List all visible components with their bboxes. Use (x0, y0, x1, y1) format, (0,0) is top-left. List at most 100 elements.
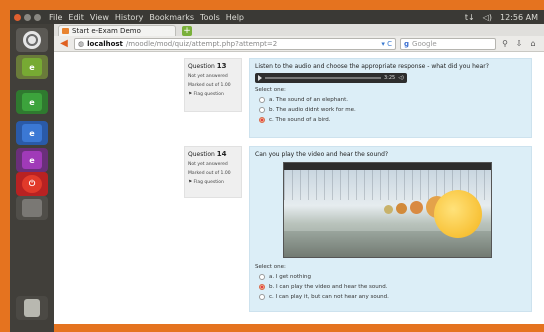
clock[interactable]: 12:56 AM (500, 13, 538, 22)
launcher-app-4[interactable]: e (16, 148, 48, 172)
window-controls (14, 13, 41, 21)
flag-question-link[interactable]: ⚑ Flag question (188, 92, 238, 97)
exam-app-icon: e (22, 93, 42, 111)
google-icon: g (404, 39, 410, 48)
volume-icon[interactable]: ◁) (483, 13, 492, 22)
radio-button[interactable] (259, 107, 265, 113)
flag-label: Flag question (193, 180, 224, 185)
answer-option[interactable]: c. The sound of a bird. (259, 117, 526, 123)
menu-bookmarks[interactable]: Bookmarks (149, 13, 194, 22)
new-tab-button[interactable]: + (182, 26, 192, 36)
trash-button[interactable] (16, 296, 48, 320)
radio-button[interactable] (259, 294, 265, 300)
question-box-13: Listen to the audio and choose the appro… (249, 58, 532, 138)
close-window-icon[interactable] (14, 13, 21, 21)
back-arrow-icon[interactable]: ◀ (58, 38, 70, 50)
menu-history[interactable]: History (115, 13, 143, 22)
menu-view[interactable]: View (90, 13, 109, 22)
audio-progress[interactable] (265, 77, 381, 79)
maximize-window-icon[interactable] (34, 13, 41, 21)
question-status: Not yet answered (188, 162, 228, 167)
question-info-14: Question 14 Not yet answered Marked out … (184, 146, 242, 198)
answer-option[interactable]: c. I can play it, but can not hear any s… (259, 294, 526, 300)
option-label: c. The sound of a bird. (269, 117, 331, 123)
tab-bar: Start e-Exam Demo + (54, 24, 544, 36)
page-content: Question 13 Not yet answered Marked out … (54, 52, 544, 324)
url-bar[interactable]: ◍ localhost/moodle/mod/quiz/attempt.php?… (74, 37, 396, 50)
network-icon[interactable]: t↓ (465, 13, 475, 22)
question-marks: Marked out of 1.00 (188, 171, 231, 176)
tab-start-exam[interactable]: Start e-Exam Demo (58, 25, 176, 36)
flag-icon: ⚑ (188, 180, 193, 185)
exam-app-icon: e (22, 151, 42, 169)
question-number-value: 14 (216, 150, 227, 158)
answer-option[interactable]: b. I can play the video and hear the sou… (259, 284, 526, 290)
search-icon[interactable]: ⚲ (500, 39, 510, 49)
launcher-app-2[interactable]: e (16, 90, 48, 114)
question-info-13: Question 13 Not yet answered Marked out … (184, 58, 242, 112)
download-icon[interactable]: ⇩ (514, 39, 524, 49)
flag-label: Flag question (193, 92, 224, 97)
question-number-value: 13 (216, 62, 227, 70)
question-label: Question (188, 151, 215, 158)
globe-icon: ◍ (78, 39, 85, 48)
radio-button[interactable] (259, 274, 265, 280)
search-bar[interactable]: g Google (400, 37, 496, 50)
browser-window: Start e-Exam Demo + ◀ ◍ localhost/moodle… (54, 24, 544, 324)
planet-shape (396, 203, 407, 214)
question-box-14: Can you play the video and hear the soun… (249, 146, 532, 312)
option-label: b. The audio didnt work for me. (269, 107, 356, 113)
option-label: a. The sound of an elephant. (269, 97, 348, 103)
top-panel: File Edit View History Bookmarks Tools H… (10, 10, 544, 24)
play-icon[interactable] (258, 75, 262, 81)
favicon-icon (62, 28, 69, 34)
url-path: /moodle/mod/quiz/attempt.php?attempt=2 (125, 39, 278, 48)
power-button[interactable]: ⏻ (16, 172, 48, 196)
home-icon[interactable]: ⌂ (528, 39, 538, 49)
launcher: e e e e ⏻ (10, 24, 54, 332)
answer-option[interactable]: a. The sound of an elephant. (259, 97, 526, 103)
question-text: Can you play the video and hear the soun… (255, 151, 389, 158)
volume-icon[interactable]: ◁) (398, 75, 404, 81)
video-toolbar[interactable] (284, 163, 491, 170)
audio-player[interactable]: 3:25 ◁) (255, 73, 407, 83)
question-text: Listen to the audio and choose the appro… (255, 63, 489, 70)
video-player[interactable] (283, 162, 492, 258)
power-icon: ⏻ (22, 175, 42, 193)
select-one-label: Select one: (255, 87, 286, 93)
planet-shape (410, 201, 423, 214)
question-number: Question 14 (188, 150, 238, 158)
answer-option[interactable]: b. The audio didnt work for me. (259, 107, 526, 113)
radio-button[interactable] (259, 97, 265, 103)
url-host: localhost (87, 39, 123, 48)
menu-tools[interactable]: Tools (200, 13, 220, 22)
minimize-window-icon[interactable] (24, 13, 31, 21)
menu-help[interactable]: Help (226, 13, 244, 22)
exam-app-icon: e (22, 124, 42, 142)
radio-button-selected[interactable] (259, 284, 265, 290)
flag-question-link[interactable]: ⚑ Flag question (188, 180, 238, 185)
launcher-app-1[interactable]: e (16, 55, 48, 79)
option-label: a. I get nothing (269, 274, 312, 280)
question-status: Not yet answered (188, 74, 228, 79)
reload-icon[interactable]: ▾ C (381, 40, 392, 48)
answer-option[interactable]: a. I get nothing (259, 274, 526, 280)
sun-shape (434, 190, 482, 238)
flag-icon: ⚑ (188, 92, 193, 97)
menu-edit[interactable]: Edit (68, 13, 84, 22)
launcher-app-5[interactable] (16, 196, 48, 220)
video-frame (284, 170, 491, 257)
tab-title: Start e-Exam Demo (72, 27, 141, 35)
menubar: File Edit View History Bookmarks Tools H… (49, 13, 244, 22)
question-number: Question 13 (188, 62, 238, 70)
select-one-label: Select one: (255, 264, 286, 270)
trash-icon (24, 299, 40, 317)
audio-time: 3:25 (383, 75, 396, 81)
dash-home-button[interactable] (16, 28, 48, 52)
launcher-app-3[interactable]: e (16, 121, 48, 145)
option-label: c. I can play it, but can not hear any s… (269, 294, 389, 300)
radio-button-selected[interactable] (259, 117, 265, 123)
menu-file[interactable]: File (49, 13, 62, 22)
navigation-bar: ◀ ◍ localhost/moodle/mod/quiz/attempt.ph… (54, 36, 544, 52)
option-label: b. I can play the video and hear the sou… (269, 284, 388, 290)
